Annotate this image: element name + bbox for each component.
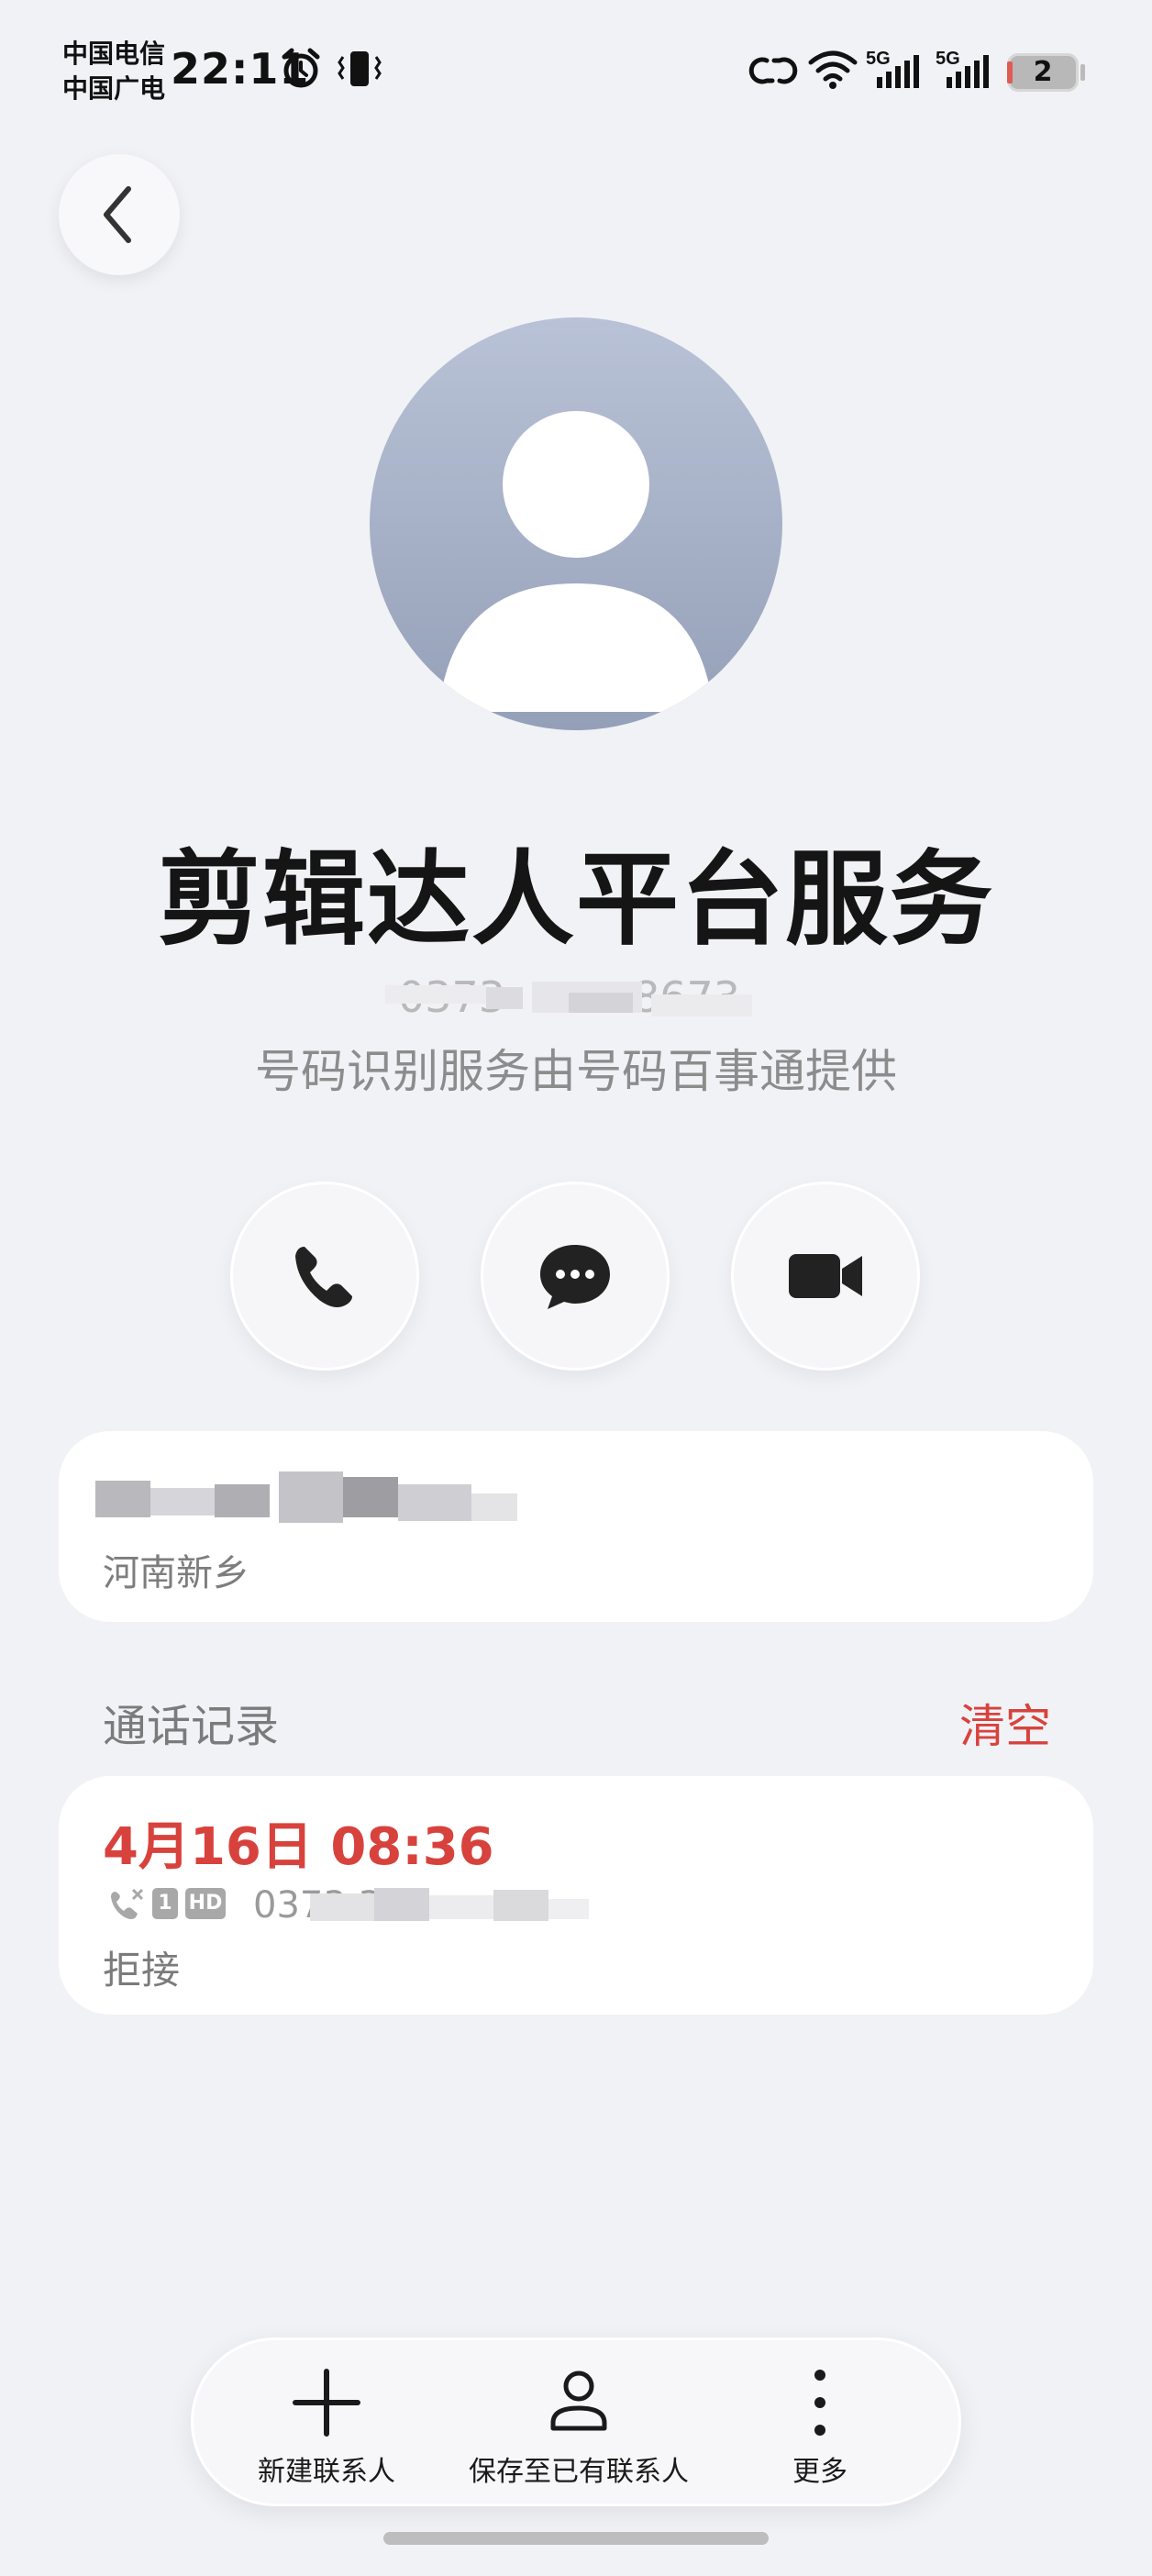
chevron-left-icon (104, 186, 131, 243)
contact-detail-page: 中国电信 中国广电 22:11 5G 5G 2 剪辑达人平台服务 号码识别服务由… (0, 0, 1152, 2576)
hd-badge: HD (185, 1888, 226, 1919)
battery-indicator: 2 (1007, 53, 1079, 92)
status-bar: 中国电信 中国广电 22:11 5G 5G 2 (0, 0, 1152, 138)
wifi-icon (807, 50, 858, 94)
number-card[interactable]: 河南新乡 (59, 1431, 1093, 1622)
person-placeholder-icon (438, 411, 714, 712)
battery-nub (1080, 64, 1085, 81)
more-button[interactable]: 更多 (751, 2340, 889, 2509)
new-contact-button[interactable]: 新建联系人 (249, 2340, 404, 2509)
message-icon (540, 1245, 610, 1309)
person-icon (550, 2371, 607, 2431)
vibrate-icon (334, 48, 385, 94)
phone-icon (295, 1247, 352, 1307)
video-call-button[interactable] (731, 1182, 920, 1371)
carrier-1: 中国电信 (62, 39, 166, 69)
new-contact-label: 新建联系人 (258, 2456, 395, 2488)
call-log-title: 通话记录 (103, 1701, 280, 1752)
video-icon (789, 1254, 862, 1298)
call-button[interactable] (230, 1182, 419, 1371)
clear-call-log-button[interactable]: 清空 (959, 1690, 1051, 1756)
phone-number-masked-full (95, 1471, 517, 1538)
call-status: 拒接 (103, 1948, 181, 1993)
number-location: 河南新乡 (103, 1552, 249, 1594)
bottom-action-bar: 新建联系人 保存至已有联系人 更多 (191, 2337, 961, 2506)
provider-note: 号码识别服务由号码百事通提供 (255, 1045, 897, 1098)
alarm-icon (281, 48, 321, 94)
sim-1-badge: 1 (152, 1888, 178, 1919)
contact-avatar (370, 317, 782, 730)
message-button[interactable] (481, 1182, 670, 1371)
contact-name: 剪辑达人平台服务 (158, 840, 994, 960)
call-log-entry[interactable]: 4月16日 08:36 1 HD 0373 35 拒接 (59, 1776, 1093, 2015)
link-hotspot-icon (747, 51, 800, 94)
home-indicator[interactable] (383, 2532, 769, 2545)
svg-text:5G: 5G (936, 49, 960, 69)
plus-icon (293, 2369, 360, 2437)
carrier-2: 中国广电 (62, 73, 166, 104)
more-vertical-icon (814, 2370, 825, 2436)
rejected-call-icon (108, 1886, 145, 1926)
phone-number-masked: 0373 8673 (385, 972, 752, 1031)
carrier-names: 中国电信 中国广电 (62, 37, 165, 106)
call-meta: 1 HD 0373 35 (108, 1882, 659, 1926)
signal-5g-icon-1: 5G (864, 46, 925, 95)
more-label: 更多 (792, 2456, 847, 2488)
signal-5g-icon-2: 5G (934, 46, 994, 95)
call-time: 4月16日 08:36 (103, 1817, 494, 1877)
save-to-existing-label: 保存至已有联系人 (469, 2456, 689, 2488)
back-button[interactable] (59, 154, 180, 275)
svg-text:5G: 5G (866, 49, 891, 69)
save-to-existing-button[interactable]: 保存至已有联系人 (469, 2340, 689, 2509)
